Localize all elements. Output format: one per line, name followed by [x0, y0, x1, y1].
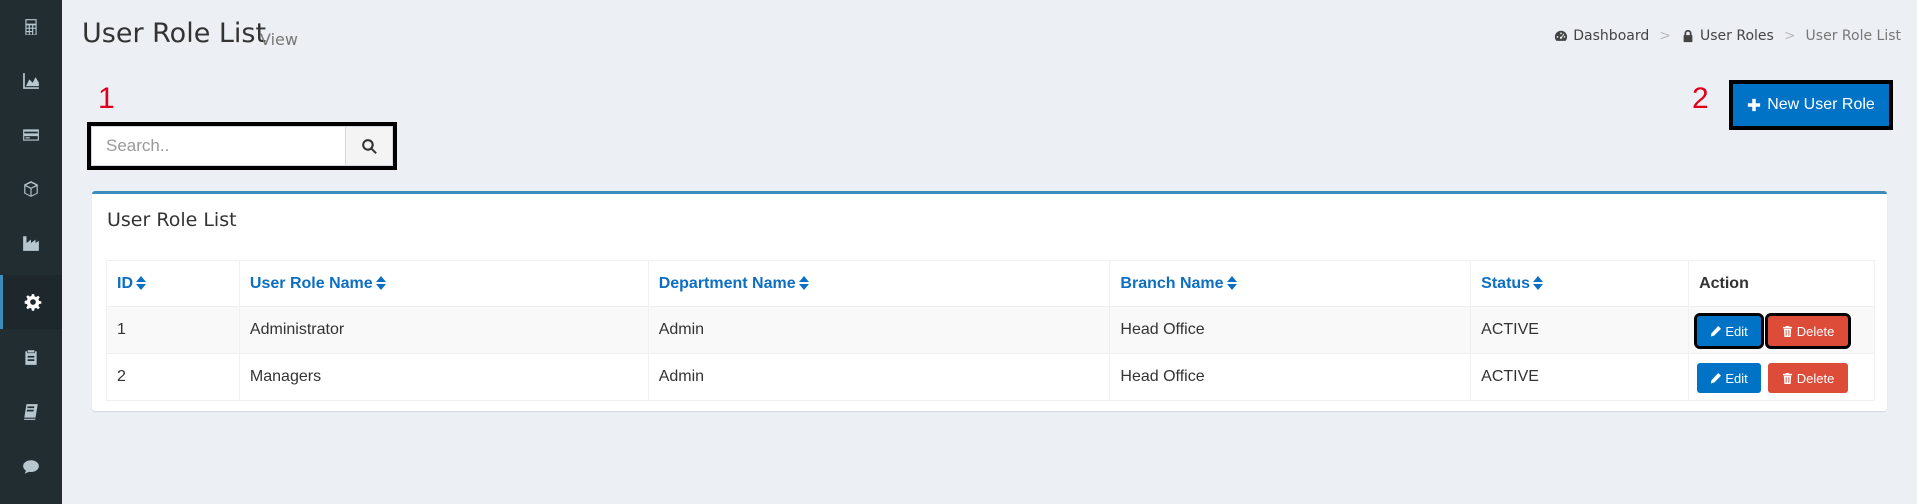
- table-header-row: ID User Role Name Department Name Branch…: [106, 260, 1875, 307]
- edit-label: Edit: [1725, 370, 1748, 386]
- breadcrumb-dashboard[interactable]: Dashboard: [1554, 28, 1649, 44]
- sidebar-item-charts[interactable]: [0, 54, 62, 108]
- dashboard-icon: [1555, 30, 1568, 41]
- sidebar-item-tasks[interactable]: [0, 330, 62, 384]
- cell-branch: Head Office: [1109, 353, 1472, 401]
- area-chart-icon: [23, 73, 39, 89]
- cell-status: ACTIVE: [1470, 306, 1690, 354]
- credit-card-icon: [23, 129, 39, 141]
- page-title: User Role List: [82, 18, 267, 49]
- column-header-role-name[interactable]: User Role Name: [238, 260, 649, 307]
- table-row: 1 Administrator Admin Head Office ACTIVE…: [106, 306, 1875, 354]
- column-header-department-label: Department Name: [658, 274, 796, 292]
- search-button[interactable]: [345, 126, 393, 166]
- sort-icon: [1533, 275, 1544, 290]
- cell-department: Admin: [647, 306, 1111, 354]
- annotation-1: 1: [98, 82, 115, 115]
- column-header-action: Action: [1688, 260, 1875, 307]
- trash-icon: [1782, 372, 1792, 384]
- cell-actions: Edit Delete: [1688, 306, 1875, 354]
- sidebar-item-products[interactable]: [0, 162, 62, 216]
- calculator-icon: [25, 19, 37, 35]
- cell-status: ACTIVE: [1470, 353, 1690, 401]
- edit-label: Edit: [1725, 323, 1748, 339]
- column-header-id[interactable]: ID: [106, 260, 240, 307]
- sidebar-item-settings[interactable]: [0, 275, 62, 329]
- new-user-role-label: New User Role: [1767, 96, 1875, 113]
- cube-icon: [24, 181, 38, 197]
- breadcrumb-user-roles[interactable]: User Roles: [1681, 28, 1774, 44]
- breadcrumb-separator: >: [1783, 28, 1796, 44]
- breadcrumb-current: User Role List: [1805, 28, 1901, 44]
- search-group: [87, 122, 397, 170]
- cell-department: Admin: [647, 353, 1111, 401]
- user-role-box: User Role List ID User Role Name Departm…: [92, 191, 1887, 411]
- comment-icon: [23, 460, 39, 474]
- trash-icon: [1782, 325, 1792, 337]
- breadcrumb-dashboard-label: Dashboard: [1573, 28, 1650, 44]
- main-content: User Role List View Dashboard > User Rol…: [62, 0, 1917, 504]
- breadcrumb-separator: >: [1659, 28, 1671, 44]
- user-role-table: ID User Role Name Department Name Branch…: [106, 260, 1875, 401]
- sidebar-item-docs[interactable]: [0, 385, 62, 439]
- cell-id: 2: [106, 353, 240, 401]
- annotation-2: 2: [1692, 82, 1709, 115]
- sort-icon: [375, 275, 386, 290]
- breadcrumb-user-roles-label: User Roles: [1699, 28, 1774, 44]
- industry-icon: [23, 236, 39, 251]
- column-header-status[interactable]: Status: [1470, 260, 1690, 307]
- page-subtitle: View: [260, 30, 298, 49]
- clipboard-icon: [25, 350, 37, 365]
- search-icon: [361, 138, 377, 154]
- cell-role-name: Managers: [238, 353, 649, 401]
- column-header-branch[interactable]: Branch Name: [1109, 260, 1472, 307]
- new-user-role-button[interactable]: New User Role: [1733, 84, 1889, 126]
- sort-icon: [1226, 275, 1237, 290]
- sidebar-item-messages[interactable]: [0, 440, 62, 494]
- cell-role-name: Administrator: [238, 306, 649, 354]
- sidebar-item-factory[interactable]: [0, 216, 62, 270]
- column-header-branch-label: Branch Name: [1120, 274, 1224, 292]
- new-user-role-highlight: New User Role: [1729, 80, 1893, 130]
- box-title: User Role List: [107, 209, 237, 231]
- sidebar: [0, 0, 62, 504]
- delete-button[interactable]: Delete: [1765, 313, 1852, 349]
- gear-icon: [24, 294, 41, 311]
- row-actions: Edit Delete: [1689, 307, 1874, 353]
- edit-button[interactable]: Edit: [1697, 363, 1762, 393]
- column-header-id-label: ID: [117, 274, 133, 292]
- sort-icon: [798, 275, 809, 290]
- breadcrumb: Dashboard > User Roles > User Role List: [1554, 28, 1901, 44]
- row-actions: Edit Delete: [1689, 354, 1874, 400]
- column-header-status-label: Status: [1481, 274, 1531, 292]
- pencil-icon: [1711, 325, 1722, 337]
- delete-label: Delete: [1796, 323, 1835, 339]
- sidebar-item-calculator[interactable]: [0, 0, 62, 54]
- delete-button[interactable]: Delete: [1768, 363, 1849, 393]
- search-input[interactable]: [91, 126, 345, 166]
- sort-icon: [136, 275, 146, 290]
- column-header-department[interactable]: Department Name: [647, 260, 1111, 307]
- sidebar-item-payments[interactable]: [0, 108, 62, 162]
- delete-label: Delete: [1796, 370, 1835, 386]
- edit-button[interactable]: Edit: [1694, 313, 1765, 349]
- cell-id: 1: [106, 306, 240, 354]
- plus-icon: [1748, 98, 1761, 112]
- table-row: 2 Managers Admin Head Office ACTIVE Edit: [106, 353, 1875, 401]
- cell-branch: Head Office: [1109, 306, 1472, 354]
- book-icon: [24, 404, 38, 420]
- pencil-icon: [1711, 372, 1722, 384]
- cell-actions: Edit Delete: [1688, 353, 1875, 401]
- lock-icon: [1683, 29, 1693, 43]
- column-header-role-name-label: User Role Name: [249, 274, 373, 292]
